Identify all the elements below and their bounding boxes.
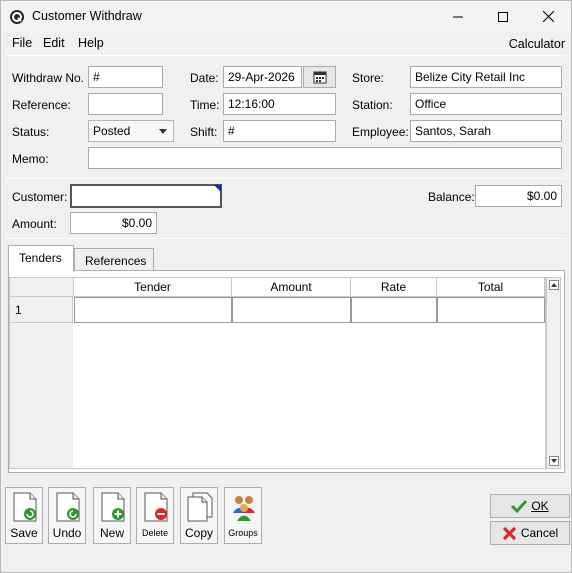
undo-button[interactable]: Undo — [48, 487, 86, 544]
save-icon — [13, 492, 37, 522]
amount-label: Amount: — [12, 217, 57, 231]
arrow-down-icon — [551, 459, 557, 463]
scroll-up-button[interactable] — [549, 280, 559, 290]
header-separator — [6, 178, 566, 179]
grid-corner — [10, 278, 74, 297]
maximize-button[interactable] — [480, 1, 526, 32]
row-header-area — [10, 323, 73, 468]
status-value: Posted — [93, 124, 131, 138]
customer-label: Customer: — [12, 190, 68, 204]
close-icon — [542, 11, 554, 22]
groups-label: Groups — [228, 528, 258, 538]
undo-label: Undo — [52, 526, 82, 540]
employee-label: Employee: — [352, 125, 409, 139]
store-label: Store: — [352, 71, 385, 85]
maximize-icon — [498, 11, 508, 22]
delete-icon — [144, 492, 168, 522]
save-label: Save — [10, 526, 38, 540]
calculator-link[interactable]: Calculator — [509, 37, 565, 51]
new-label: New — [99, 526, 124, 540]
new-document-icon — [101, 492, 125, 522]
ok-button[interactable]: OK — [490, 494, 570, 518]
title-bar: Customer Withdraw — [1, 1, 571, 32]
cell-amount[interactable] — [232, 297, 351, 323]
delete-label: Delete — [141, 528, 168, 538]
balance-field: $0.00 — [475, 185, 562, 207]
column-header-tender[interactable]: Tender — [74, 278, 232, 297]
menu-help[interactable]: Help — [78, 36, 104, 50]
station-field[interactable]: Office — [410, 93, 562, 115]
time-field[interactable]: 12:16:00 — [223, 93, 336, 115]
shift-field[interactable]: # — [223, 120, 336, 142]
copy-icon — [187, 492, 213, 522]
menu-file[interactable]: File — [12, 36, 32, 50]
balance-label: Balance: — [428, 190, 475, 204]
checkmark-icon — [511, 499, 528, 513]
cell-total[interactable] — [437, 297, 545, 323]
status-select[interactable]: Posted — [88, 120, 174, 142]
save-button[interactable]: Save — [5, 487, 43, 544]
cell-rate[interactable] — [351, 297, 437, 323]
calendar-icon — [313, 71, 326, 84]
memo-label: Memo: — [12, 152, 49, 166]
menu-bar: File Edit Help Calculator — [1, 32, 571, 54]
cancel-label: Cancel — [520, 526, 559, 540]
minimize-button[interactable] — [435, 1, 481, 32]
window-title: Customer Withdraw — [32, 9, 142, 23]
grid-scrollbar[interactable] — [546, 277, 561, 469]
chevron-down-icon — [159, 129, 167, 134]
menu-separator — [6, 55, 566, 56]
customer-separator — [6, 238, 566, 239]
ok-label: OK — [531, 499, 549, 513]
employee-field[interactable]: Santos, Sarah — [410, 120, 562, 142]
withdraw-no-label: Withdraw No. — [12, 71, 85, 85]
amount-field[interactable]: $0.00 — [70, 212, 157, 234]
groups-icon — [233, 496, 255, 521]
arrow-up-icon — [551, 283, 557, 287]
cancel-x-icon — [502, 526, 516, 540]
cancel-button[interactable]: Cancel — [490, 521, 570, 545]
reference-field[interactable] — [88, 93, 163, 115]
store-field[interactable]: Belize City Retail Inc — [410, 66, 562, 88]
copy-button[interactable]: Copy — [180, 487, 218, 544]
customer-field[interactable] — [70, 184, 222, 208]
copy-label: Copy — [184, 526, 213, 540]
memo-field[interactable] — [88, 147, 562, 169]
minimize-icon — [453, 16, 463, 17]
date-field[interactable]: 29-Apr-2026 — [223, 66, 302, 88]
row-header-1[interactable]: 1 — [10, 297, 73, 323]
time-label: Time: — [190, 98, 220, 112]
tenders-grid: Tender Amount Rate Total 1 — [9, 277, 546, 469]
lookup-corner-icon — [214, 185, 221, 192]
scroll-down-button[interactable] — [549, 456, 559, 466]
menu-edit[interactable]: Edit — [43, 36, 65, 50]
tab-tenders[interactable]: Tenders — [8, 245, 74, 272]
column-header-total[interactable]: Total — [437, 278, 545, 297]
column-header-rate[interactable]: Rate — [351, 278, 437, 297]
undo-icon — [56, 492, 80, 522]
delete-button[interactable]: Delete — [136, 487, 174, 544]
withdraw-no-field[interactable]: # — [88, 66, 163, 88]
column-header-amount[interactable]: Amount — [232, 278, 351, 297]
groups-button[interactable]: Groups — [224, 487, 262, 544]
station-label: Station: — [352, 98, 393, 112]
status-label: Status: — [12, 125, 50, 139]
date-picker-button[interactable] — [303, 66, 336, 88]
reference-label: Reference: — [12, 98, 71, 112]
tab-references-label: References — [85, 254, 147, 268]
close-button[interactable] — [525, 1, 571, 32]
shift-label: Shift: — [190, 125, 218, 139]
new-button[interactable]: New — [93, 487, 131, 544]
date-label: Date: — [190, 71, 219, 85]
cell-tender[interactable] — [74, 297, 232, 323]
customer-withdraw-window: Customer Withdraw File Edit Help Calcula… — [0, 0, 572, 573]
tab-references[interactable]: References — [74, 248, 154, 272]
tab-tenders-label: Tenders — [19, 251, 62, 265]
app-logo-icon — [10, 10, 24, 24]
